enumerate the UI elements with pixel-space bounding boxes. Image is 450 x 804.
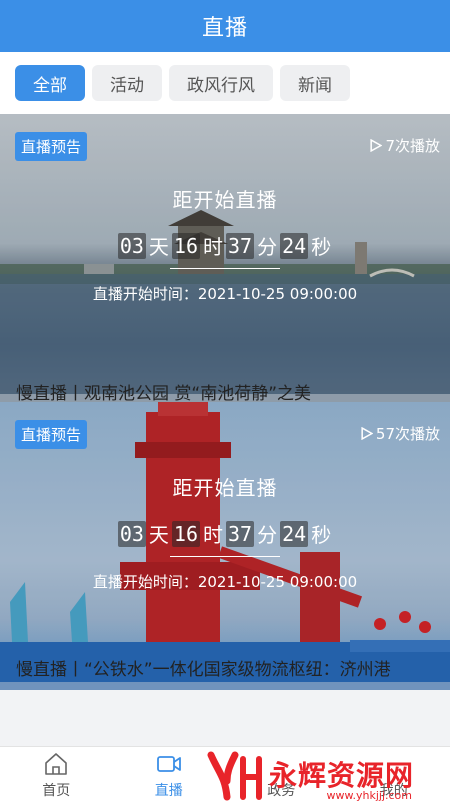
top-bar: 直播 — [0, 0, 450, 52]
divider — [170, 556, 280, 557]
countdown-title: 距开始直播 — [172, 476, 278, 500]
timer-second-unit: 秒 — [311, 235, 332, 259]
card-title[interactable]: 慢直播丨观南池公园 赏“南池荷静”之美 — [16, 379, 450, 402]
timer-hour-unit: 时 — [203, 523, 223, 547]
play-count-text: 7次播放 — [385, 137, 440, 155]
timer-second-unit: 秒 — [311, 523, 332, 547]
timer-hour-unit: 时 — [203, 235, 223, 259]
timer-hours: 16 — [171, 232, 200, 259]
timer-days: 03 — [117, 232, 146, 259]
countdown-timer: 03 天 16 时 37 分 24 秒 — [0, 519, 450, 548]
watermark-logo-icon — [207, 751, 262, 800]
countdown-timer: 03 天 16 时 37 分 24 秒 — [0, 231, 450, 260]
countdown: 距开始直播 03 天 16 时 37 分 24 秒 直播开始时间：2021-10… — [0, 184, 450, 304]
timer-minutes: 37 — [226, 232, 255, 259]
play-count: 57次播放 — [360, 423, 440, 444]
video-icon — [156, 756, 181, 772]
timer-day-unit: 天 — [148, 523, 169, 547]
watermark-text: 永辉资源网 — [269, 758, 415, 792]
tab-activities[interactable]: 活动 — [92, 65, 162, 101]
live-card[interactable]: 直播预告 57次播放 距开始直播 03 天 16 时 37 分 24 秒 直播开… — [0, 402, 450, 690]
start-time: 直播开始时间：2021-10-25 09:00:00 — [92, 285, 358, 303]
category-tabs: 全部 活动 政风行风 新闻 — [0, 52, 450, 114]
tab-governance[interactable]: 政风行风 — [169, 65, 273, 101]
play-icon — [370, 139, 383, 152]
watermark: 永辉资源网 www.yhkjjj.com — [205, 747, 450, 804]
nav-home-label: 首页 — [42, 783, 71, 799]
timer-seconds: 24 — [280, 232, 309, 259]
timer-hours: 16 — [171, 520, 200, 547]
countdown-title: 距开始直播 — [172, 188, 278, 212]
play-icon — [361, 427, 373, 440]
play-count-text: 57次播放 — [375, 425, 440, 443]
watermark-url: www.yhkjjj.com — [326, 789, 413, 802]
preview-badge: 直播预告 — [15, 132, 88, 161]
app-root: 直播 全部 活动 政风行风 新闻 直播预告 7次播放 距开始直播 03 天 16… — [0, 0, 450, 804]
timer-minute-unit: 分 — [257, 523, 278, 547]
timer-seconds: 24 — [280, 520, 309, 547]
tab-news[interactable]: 新闻 — [280, 65, 350, 101]
timer-day-unit: 天 — [148, 235, 169, 259]
play-count: 7次播放 — [369, 135, 440, 156]
timer-days: 03 — [117, 520, 146, 547]
live-card[interactable]: 直播预告 7次播放 距开始直播 03 天 16 时 37 分 24 秒 直播开始… — [0, 114, 450, 402]
preview-badge: 直播预告 — [15, 420, 88, 449]
timer-minutes: 37 — [226, 520, 255, 547]
tab-all[interactable]: 全部 — [15, 65, 85, 101]
card-title[interactable]: 慢直播丨“公铁水”一体化国家级物流枢纽：济州港 — [16, 655, 450, 680]
page-title: 直播 — [201, 16, 248, 41]
countdown: 距开始直播 03 天 16 时 37 分 24 秒 直播开始时间：2021-10… — [0, 472, 450, 592]
nav-live-label: 直播 — [154, 783, 183, 799]
timer-minute-unit: 分 — [257, 235, 278, 259]
start-time: 直播开始时间：2021-10-25 09:00:00 — [92, 573, 358, 591]
home-icon — [45, 753, 68, 775]
divider — [170, 268, 280, 269]
nav-home[interactable]: 首页 — [0, 747, 113, 804]
